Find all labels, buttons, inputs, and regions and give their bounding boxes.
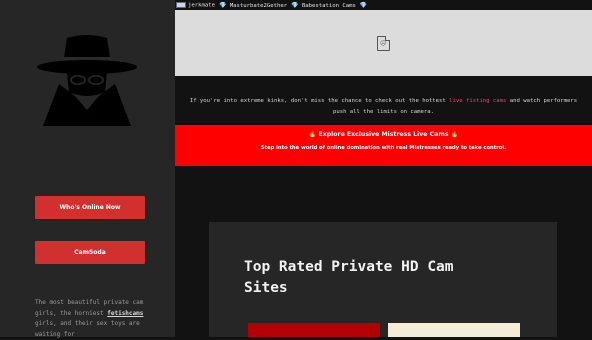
site-tile[interactable]	[388, 323, 520, 337]
topbar-item-masturbate2gether[interactable]: 💎 Masturbate2Gether	[219, 2, 287, 9]
flag-icon	[176, 1, 186, 8]
banner-image[interactable]: ☹	[175, 10, 592, 76]
promo-subtitle: Step into the world of online domination…	[260, 145, 507, 151]
fetishcams-link[interactable]: fetishcams	[107, 310, 143, 317]
live-fisting-cams-link[interactable]: live fisting cams	[449, 98, 506, 104]
topbar-item-label: Masturbate2Gether	[229, 2, 288, 9]
spy-hat-logo[interactable]	[33, 30, 141, 130]
sidebar-description: The most beautiful private cam girls, th…	[35, 298, 147, 340]
whos-online-button[interactable]: Who's Online Now	[35, 196, 145, 219]
top-links-bar: jerkmate 💎 Masturbate2Gether 💎 Babestati…	[175, 0, 592, 10]
broken-image-icon: ☹	[377, 35, 390, 51]
camsoda-button[interactable]: CamSoda	[35, 241, 145, 264]
sidebar-text-after: girls, and their sex toys are waiting fo…	[35, 320, 140, 338]
topbar-item-jerkmate[interactable]: jerkmate	[176, 1, 215, 9]
diamond-icon: 💎	[359, 1, 368, 9]
promo-title: 🔥 Explore Exclusive Mistress Live Cams 🔥	[308, 131, 459, 138]
site-tile[interactable]	[248, 323, 380, 337]
top-sites-card: Top Rated Private HD Cam Sites	[209, 222, 557, 337]
sidebar: Who's Online Now CamSoda The most beauti…	[0, 0, 175, 340]
mistress-promo-banner[interactable]: 🔥 Explore Exclusive Mistress Live Cams 🔥…	[175, 125, 592, 166]
topbar-item-label: jerkmate	[188, 2, 215, 9]
topbar-item-label: Babestation Cams	[301, 2, 356, 9]
diamond-icon: 💎	[218, 1, 227, 9]
diamond-icon: 💎	[291, 1, 299, 9]
card-heading: Top Rated Private HD Cam Sites	[244, 259, 454, 296]
intro-text: If you're into extreme kinks, don't miss…	[185, 96, 582, 117]
topbar-item-babestation[interactable]: 💎 Babestation Cams	[291, 2, 356, 9]
intro-text-before: If you're into extreme kinks, don't miss…	[189, 98, 450, 104]
